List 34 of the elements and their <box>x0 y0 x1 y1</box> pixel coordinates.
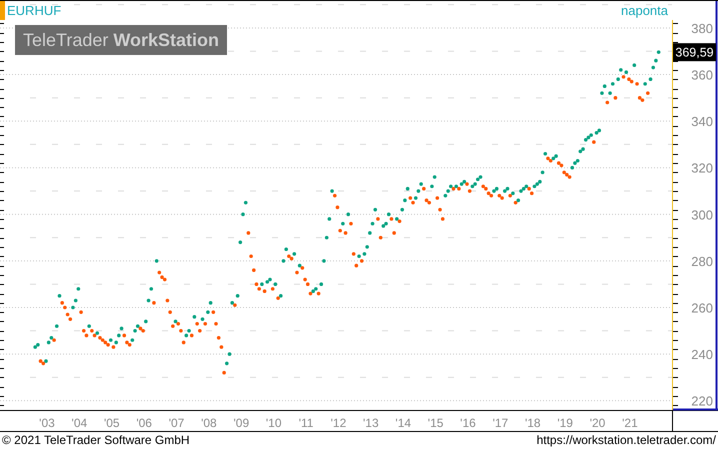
axis-label: 240 <box>691 347 713 362</box>
interval-label: naponta <box>621 3 668 18</box>
axis-label: '04 <box>72 416 88 430</box>
symbol-label: EURHUF <box>7 3 62 18</box>
axis-label: '20 <box>590 416 606 430</box>
axis-label: 340 <box>691 114 713 130</box>
axis-label: '06 <box>136 416 152 430</box>
axis-label: 360 <box>691 68 713 83</box>
axis-label: 280 <box>691 254 713 269</box>
axis-label: 260 <box>691 300 713 316</box>
axis-label: '13 <box>363 416 379 430</box>
axis-label: '17 <box>492 416 508 430</box>
axis-label: '15 <box>428 416 444 430</box>
axis-label: '03 <box>39 416 55 430</box>
copyright-text: © 2021 TeleTrader Software GmbH <box>2 432 190 449</box>
price-label: 369,59 <box>673 43 716 62</box>
logo: TeleTrader WorkStation <box>15 25 228 55</box>
axis-label: '18 <box>524 416 541 430</box>
axis-label: '14 <box>395 416 412 430</box>
axis-label: '11 <box>298 416 314 430</box>
axis-label: '19 <box>557 416 573 430</box>
axis-label: '07 <box>168 416 184 430</box>
axis-label: '10 <box>266 416 282 430</box>
axis-label: 220 <box>691 394 713 409</box>
axis-label: '05 <box>104 416 120 430</box>
axis-label: '12 <box>330 416 346 430</box>
axis-label: 300 <box>691 207 713 222</box>
axis-label: '09 <box>233 416 250 430</box>
axis-label: '08 <box>201 416 217 430</box>
axis-label: 380 <box>691 20 713 36</box>
axis-label: 320 <box>691 160 713 176</box>
axis-label: '16 <box>460 416 476 430</box>
website-link[interactable]: https://workstation.teletrader.com/ <box>536 432 716 449</box>
axis-label: '21 <box>622 416 638 430</box>
